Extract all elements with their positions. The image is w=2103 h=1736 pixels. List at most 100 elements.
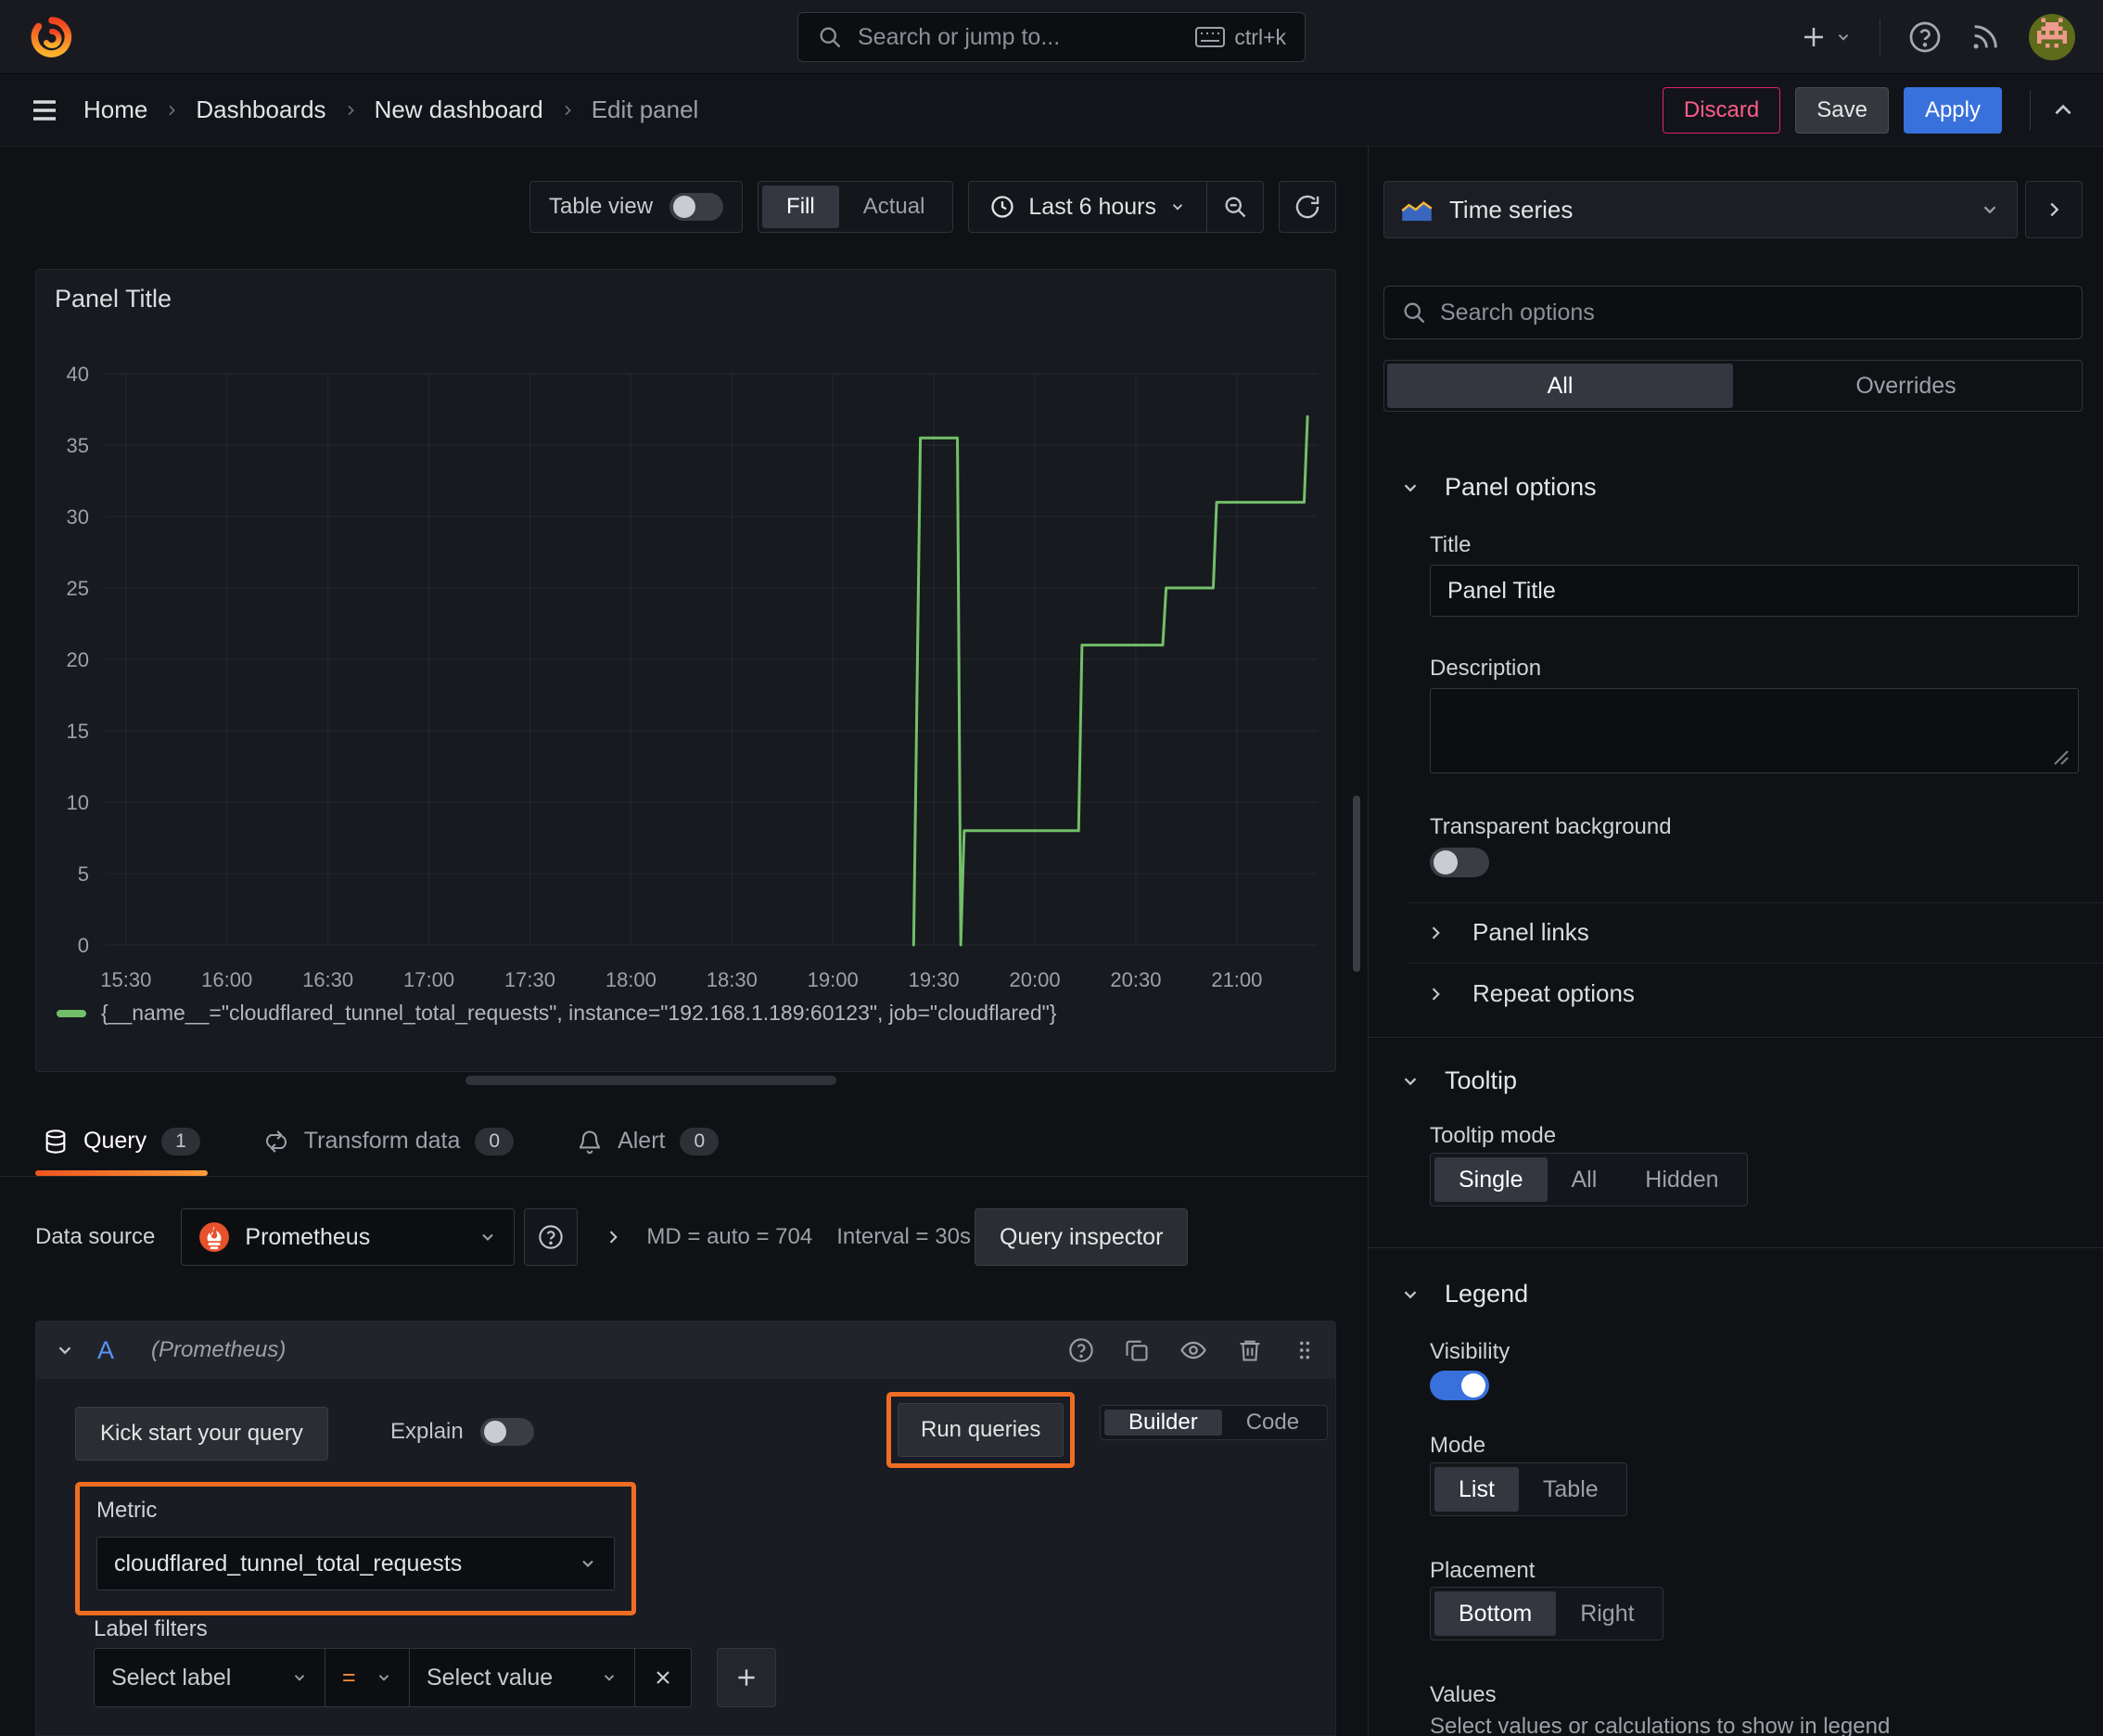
- discard-button[interactable]: Discard: [1662, 86, 1781, 134]
- legend-header[interactable]: Legend: [1400, 1280, 1528, 1308]
- series-color-swatch: [57, 1009, 86, 1017]
- remove-filter-button[interactable]: [634, 1648, 692, 1707]
- builder-option[interactable]: Builder: [1104, 1410, 1222, 1436]
- repeat-options-section[interactable]: Repeat options: [1426, 979, 1635, 1008]
- code-option[interactable]: Code: [1222, 1410, 1323, 1436]
- svg-text:35: 35: [67, 434, 89, 457]
- tab-alert[interactable]: Alert 0: [569, 1106, 726, 1176]
- datasource-picker[interactable]: Prometheus: [181, 1208, 516, 1266]
- close-icon: [656, 1671, 669, 1684]
- operator-dropdown[interactable]: =: [325, 1648, 410, 1707]
- chevron-down-icon: [376, 1669, 392, 1686]
- select-label-placeholder: Select label: [111, 1664, 232, 1691]
- metric-select[interactable]: cloudflared_tunnel_total_requests: [96, 1537, 615, 1590]
- save-button[interactable]: Save: [1795, 86, 1889, 134]
- user-avatar[interactable]: [2029, 13, 2075, 60]
- tooltip-hidden-option[interactable]: Hidden: [1621, 1157, 1742, 1202]
- svg-text:15: 15: [67, 720, 89, 743]
- legend-list-option[interactable]: List: [1434, 1467, 1519, 1512]
- add-new-button[interactable]: [1800, 23, 1852, 51]
- active-tab-underline: [35, 1170, 208, 1176]
- chart-legend[interactable]: {__name__="cloudflared_tunnel_total_requ…: [57, 1001, 1056, 1026]
- grafana-logo-icon[interactable]: [28, 14, 74, 60]
- options-search-input[interactable]: Search options: [1383, 286, 2083, 339]
- tooltip-all-option[interactable]: All: [1548, 1157, 1622, 1202]
- panel-options-title: Panel options: [1445, 473, 1597, 501]
- datasource-name: Prometheus: [245, 1223, 371, 1250]
- prometheus-icon: [199, 1222, 230, 1252]
- description-input[interactable]: [1430, 688, 2079, 773]
- chevron-down-icon: [601, 1669, 618, 1686]
- duplicate-query-icon[interactable]: [1124, 1337, 1150, 1363]
- panel-options-header[interactable]: Panel options: [1400, 473, 1597, 502]
- tab-query[interactable]: Query 1: [35, 1106, 208, 1176]
- placement-right-option[interactable]: Right: [1556, 1591, 1658, 1636]
- viz-suggestions-button[interactable]: [2025, 181, 2083, 238]
- transparent-background-toggle[interactable]: [1430, 848, 1489, 877]
- query-datasource-hint: (Prometheus): [151, 1337, 287, 1362]
- tooltip-header[interactable]: Tooltip: [1400, 1066, 1517, 1095]
- legend-visibility-toggle[interactable]: [1430, 1371, 1489, 1400]
- time-range-picker[interactable]: Last 6 hours: [969, 194, 1206, 221]
- metric-value: cloudflared_tunnel_total_requests: [114, 1550, 463, 1576]
- pane-resize-handle[interactable]: [465, 1076, 836, 1085]
- select-label-dropdown[interactable]: Select label: [94, 1648, 325, 1707]
- legend-table-option[interactable]: Table: [1519, 1467, 1623, 1512]
- vertical-scrollbar[interactable]: [1353, 796, 1360, 972]
- tab-alert-label: Alert: [618, 1128, 666, 1154]
- refresh-button[interactable]: [1279, 181, 1336, 233]
- apply-button[interactable]: Apply: [1903, 86, 2002, 134]
- tab-all[interactable]: All: [1387, 364, 1733, 408]
- series-legend-label: {__name__="cloudflared_tunnel_total_requ…: [101, 1001, 1057, 1025]
- explain-toggle[interactable]: [479, 1418, 534, 1446]
- delete-query-trash-icon[interactable]: [1237, 1337, 1263, 1363]
- help-icon[interactable]: [1908, 20, 1942, 54]
- breadcrumb-home[interactable]: Home: [83, 96, 147, 124]
- query-inspector-button[interactable]: Query inspector: [974, 1208, 1189, 1266]
- visibility-label: Visibility: [1430, 1339, 1510, 1364]
- timeseries-chart[interactable]: 0 5 10 15 20 25 30 35 40 15:30 16:00 16:30 17:00 17:3…: [36, 349, 1335, 998]
- drag-handle-icon[interactable]: [1293, 1338, 1317, 1362]
- visualization-picker[interactable]: Time series: [1383, 181, 2018, 238]
- news-rss-icon[interactable]: [1969, 21, 2001, 53]
- table-view-toggle[interactable]: [669, 193, 724, 221]
- tab-alert-count: 0: [680, 1127, 720, 1155]
- svg-text:19:00: 19:00: [808, 968, 859, 991]
- breadcrumb-new-dashboard[interactable]: New dashboard: [375, 96, 543, 124]
- zoom-out-button[interactable]: [1207, 194, 1263, 220]
- breadcrumb-edit-panel: Edit panel: [591, 96, 699, 123]
- legend-placement-group: Bottom Right: [1430, 1587, 1663, 1640]
- placement-bottom-option[interactable]: Bottom: [1434, 1591, 1557, 1636]
- refresh-icon: [1295, 195, 1319, 219]
- tooltip-single-option[interactable]: Single: [1434, 1157, 1548, 1202]
- query-row-header[interactable]: A (Prometheus): [36, 1321, 1335, 1379]
- panel-links-section[interactable]: Panel links: [1426, 918, 1589, 947]
- svg-text:30: 30: [67, 505, 89, 529]
- chevron-down-icon: [1838, 33, 1849, 41]
- plus-icon: [738, 1669, 755, 1686]
- datasource-help-button[interactable]: [524, 1208, 579, 1266]
- repeat-options-label: Repeat options: [1472, 979, 1635, 1007]
- fill-actual-group: Fill Actual: [758, 181, 954, 233]
- collapse-options-pane-button[interactable]: [2030, 89, 2075, 131]
- select-value-dropdown[interactable]: Select value: [409, 1648, 635, 1707]
- grafana-app: Search or jump to... ctrl+k Home Dashboa…: [0, 0, 2103, 1736]
- actual-option[interactable]: Actual: [839, 185, 950, 228]
- breadcrumb-dashboards[interactable]: Dashboards: [196, 96, 325, 124]
- add-filter-button[interactable]: [717, 1648, 776, 1707]
- hide-query-eye-icon[interactable]: [1179, 1336, 1207, 1364]
- run-queries-button[interactable]: Run queries: [898, 1403, 1064, 1457]
- chevron-down-icon: [1404, 1077, 1417, 1085]
- panel-title-input[interactable]: [1430, 565, 2079, 617]
- help-circle-icon[interactable]: [1068, 1337, 1094, 1363]
- menu-hamburger-icon[interactable]: [28, 94, 61, 127]
- global-search-input[interactable]: Search or jump to... ctrl+k: [797, 12, 1306, 62]
- svg-text:16:00: 16:00: [201, 968, 252, 991]
- kick-start-query-button[interactable]: Kick start your query: [75, 1407, 328, 1461]
- tab-transform-data[interactable]: Transform data 0: [256, 1106, 521, 1176]
- query-options-summary[interactable]: MD = auto = 704 Interval = 30s: [604, 1224, 971, 1250]
- time-range-control: Last 6 hours: [968, 181, 1264, 233]
- tab-overrides[interactable]: Overrides: [1733, 364, 2079, 408]
- fill-option[interactable]: Fill: [762, 185, 839, 228]
- editor-tabs: Query 1 Transform data 0 Alert 0: [0, 1106, 1368, 1177]
